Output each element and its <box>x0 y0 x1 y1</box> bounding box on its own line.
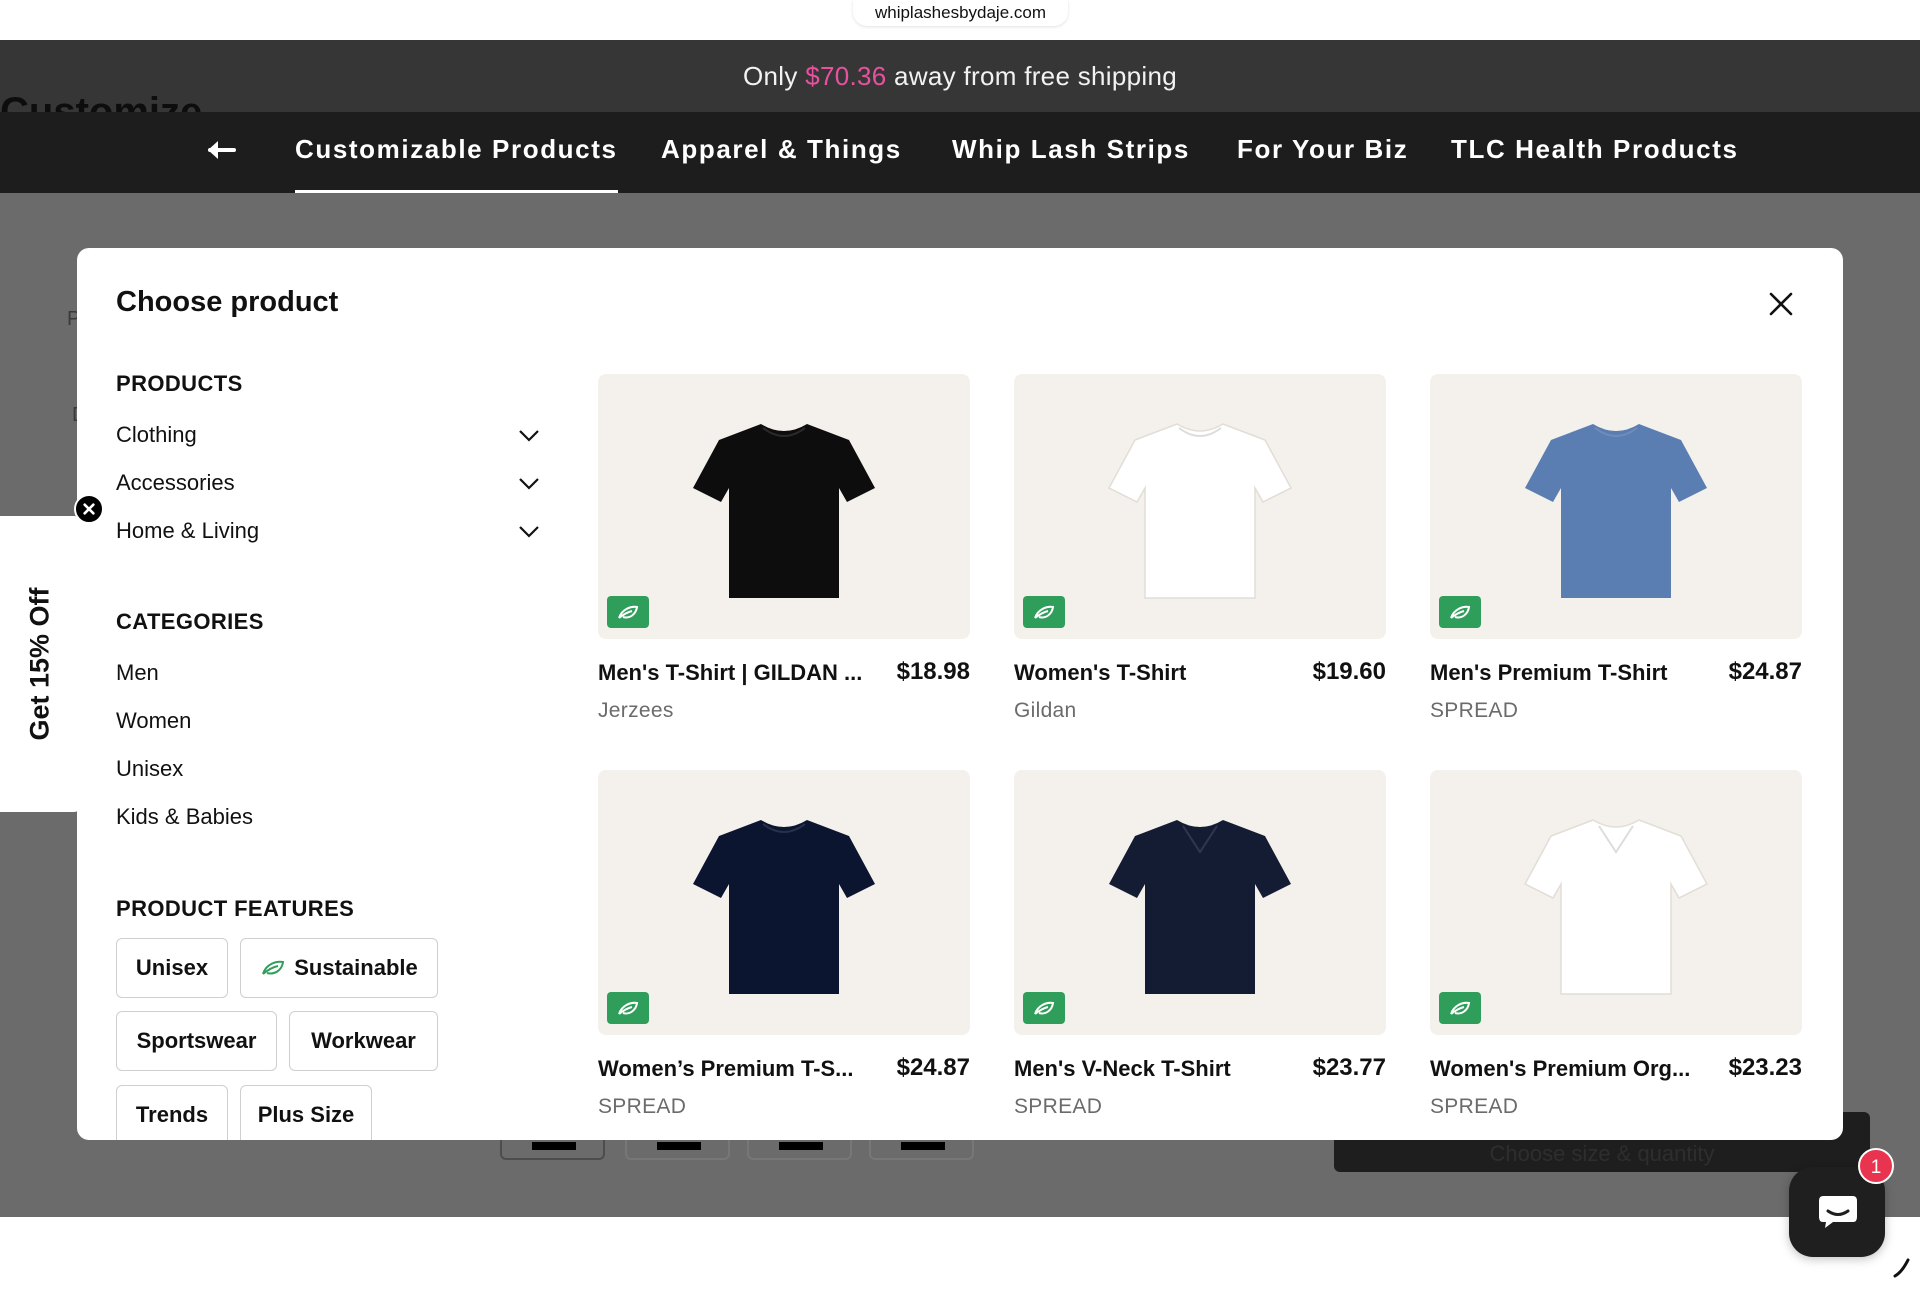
background-page-heading: Customize <box>0 90 203 112</box>
filter-clothing[interactable]: Clothing <box>116 422 197 448</box>
background-swatch <box>747 1140 852 1160</box>
product-name[interactable]: Women's T-Shirt <box>1014 660 1284 686</box>
modal-title: Choose product <box>116 286 339 318</box>
chevron-down-icon[interactable] <box>518 525 540 539</box>
banner-suffix: away from free shipping <box>886 61 1177 91</box>
categories-heading: CATEGORIES <box>116 609 264 634</box>
product-price: $18.98 <box>896 658 970 685</box>
sustainable-badge <box>1023 596 1065 628</box>
background-swatch <box>625 1140 730 1160</box>
discount-side-tab[interactable]: Get 15% Off <box>0 516 80 812</box>
product-price: $24.87 <box>896 1054 970 1081</box>
tshirt-image <box>693 820 875 994</box>
product-price: $19.60 <box>1312 658 1386 685</box>
nav-tab-for-your-biz[interactable]: For Your Biz <box>1237 134 1408 172</box>
category-women[interactable]: Women <box>116 708 191 734</box>
product-image[interactable] <box>1014 770 1386 1035</box>
tshirt-image <box>1107 423 1293 599</box>
nav-tab-customizable-products[interactable]: Customizable Products <box>295 134 618 194</box>
nav-tab-apparel-things[interactable]: Apparel & Things <box>661 134 902 172</box>
close-icon[interactable] <box>1765 288 1797 320</box>
choose-product-modal: Choose product PRODUCTS Clothing Accesso… <box>77 248 1843 1140</box>
feature-chip-sportswear[interactable]: Sportswear <box>116 1011 277 1071</box>
chevron-down-icon[interactable] <box>518 429 540 443</box>
product-card[interactable]: Women's T-Shirt $19.60 Gildan <box>1014 374 1386 722</box>
product-name[interactable]: Men's Premium T-Shirt <box>1430 660 1700 686</box>
product-price: $23.23 <box>1728 1054 1802 1081</box>
leaf-icon <box>1034 605 1055 619</box>
product-image[interactable] <box>598 374 970 639</box>
sustainable-badge <box>1439 596 1481 628</box>
main-nav: Customizable Products Apparel & Things W… <box>0 112 1920 194</box>
product-image[interactable] <box>598 770 970 1035</box>
product-card[interactable]: Men's T-Shirt | GILDAN ... $18.98 Jerzees <box>598 374 970 722</box>
product-image[interactable] <box>1430 374 1802 639</box>
leaf-icon <box>1034 1001 1055 1015</box>
back-arrow-icon[interactable] <box>200 130 240 170</box>
tshirt-image <box>1109 820 1291 994</box>
product-brand: Jerzees <box>598 699 674 722</box>
product-brand: SPREAD <box>1430 1095 1519 1118</box>
page-footer-area <box>0 1217 1920 1290</box>
product-card[interactable]: Women’s Premium T-S... $24.87 SPREAD <box>598 770 970 1118</box>
chevron-down-icon[interactable] <box>518 477 540 491</box>
background-swatch <box>500 1140 605 1160</box>
feature-chip-plus-size[interactable]: Plus Size <box>240 1085 372 1140</box>
product-price: $23.77 <box>1312 1054 1386 1081</box>
product-name[interactable]: Women’s Premium T-S... <box>598 1056 868 1082</box>
chat-bubble-icon <box>1819 1196 1857 1228</box>
feature-chip-unisex[interactable]: Unisex <box>116 938 228 998</box>
leaf-icon <box>1450 605 1471 619</box>
leaf-icon <box>1450 1001 1471 1015</box>
url-pill[interactable]: whiplashesbydaje.com <box>853 0 1068 26</box>
close-icon[interactable] <box>74 494 104 524</box>
leaf-icon <box>618 1001 639 1015</box>
filter-home-living[interactable]: Home & Living <box>116 518 259 544</box>
feature-chip-workwear[interactable]: Workwear <box>289 1011 438 1071</box>
background-swatch <box>869 1140 974 1160</box>
chat-notification-badge: 1 <box>1858 1148 1894 1184</box>
discount-label: Get 15% Off <box>24 587 55 741</box>
filter-accessories[interactable]: Accessories <box>116 470 235 496</box>
category-kids-babies[interactable]: Kids & Babies <box>116 804 253 830</box>
product-card[interactable]: Men's Premium T-Shirt $24.87 SPREAD <box>1430 374 1802 722</box>
browser-url-bar: whiplashesbydaje.com <box>0 0 1920 40</box>
sustainable-badge <box>607 596 649 628</box>
sustainable-badge <box>1439 992 1481 1024</box>
product-name[interactable]: Women's Premium Org... <box>1430 1056 1700 1082</box>
product-brand: SPREAD <box>1014 1095 1103 1118</box>
tshirt-image <box>693 424 875 598</box>
product-brand: SPREAD <box>1430 699 1519 722</box>
sustainable-badge <box>607 992 649 1024</box>
nav-tab-tlc-health-products[interactable]: TLC Health Products <box>1451 134 1739 172</box>
product-price: $24.87 <box>1728 658 1802 685</box>
free-shipping-banner: Only $70.36 away from free shipping <box>0 40 1920 112</box>
product-card[interactable]: Men's V-Neck T-Shirt $23.77 SPREAD <box>1014 770 1386 1118</box>
tshirt-image <box>1523 819 1709 995</box>
product-brand: SPREAD <box>598 1095 687 1118</box>
leaf-icon <box>618 605 639 619</box>
loading-spinner-icon <box>1893 1258 1910 1278</box>
product-image[interactable] <box>1014 374 1386 639</box>
product-image[interactable] <box>1430 770 1802 1035</box>
category-unisex[interactable]: Unisex <box>116 756 183 782</box>
products-heading: PRODUCTS <box>116 371 243 396</box>
feature-chip-sustainable[interactable]: Sustainable <box>240 938 438 998</box>
product-card[interactable]: Women's Premium Org... $23.23 SPREAD <box>1430 770 1802 1118</box>
product-name[interactable]: Men's T-Shirt | GILDAN ... <box>598 660 868 686</box>
banner-amount: $70.36 <box>805 61 887 91</box>
feature-chip-trends[interactable]: Trends <box>116 1085 228 1140</box>
banner-prefix: Only <box>743 61 806 91</box>
category-men[interactable]: Men <box>116 660 159 686</box>
sustainable-badge <box>1023 992 1065 1024</box>
product-brand: Gildan <box>1014 699 1077 722</box>
nav-tab-whip-lash-strips[interactable]: Whip Lash Strips <box>952 134 1190 172</box>
leaf-icon <box>262 960 285 975</box>
tshirt-image <box>1525 424 1707 598</box>
product-name[interactable]: Men's V-Neck T-Shirt <box>1014 1056 1284 1082</box>
product-features-heading: PRODUCT FEATURES <box>116 896 355 921</box>
